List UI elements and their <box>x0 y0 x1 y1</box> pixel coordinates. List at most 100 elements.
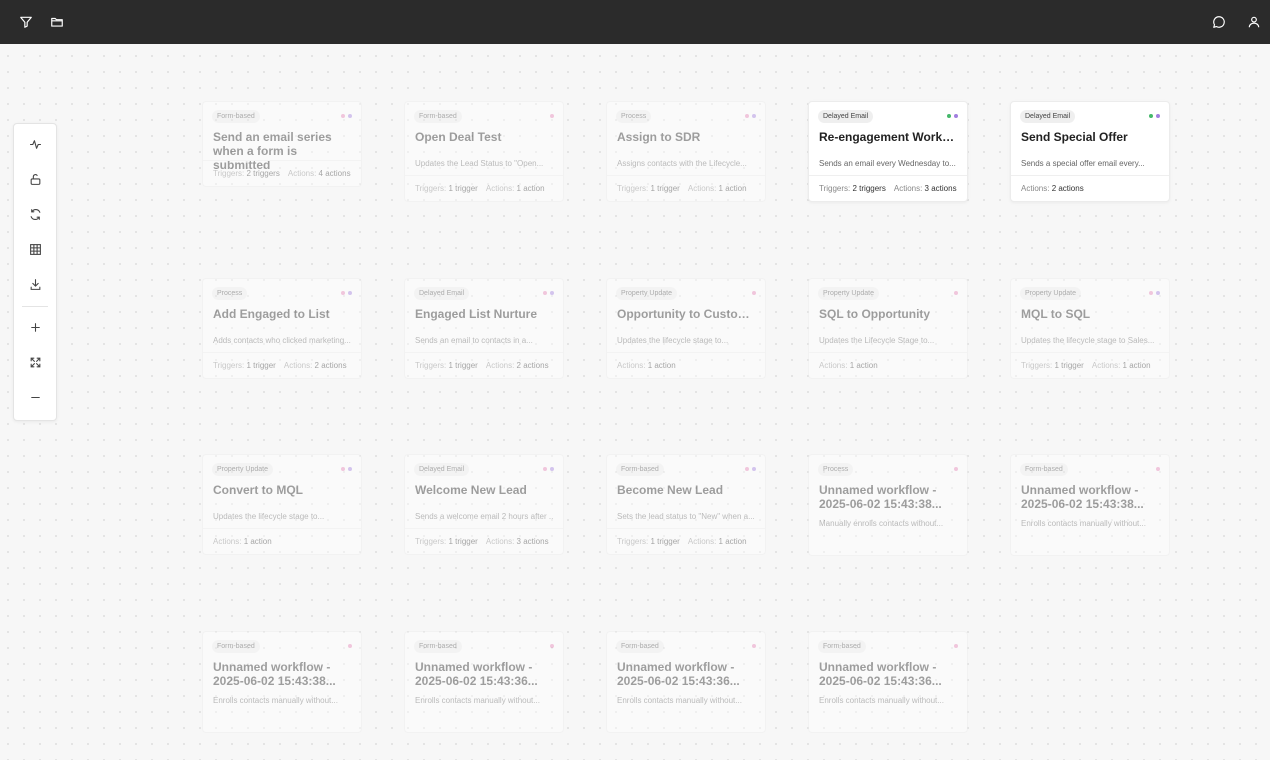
status-dots <box>1149 114 1160 118</box>
status-dot <box>543 467 547 471</box>
workflow-title: Send Special Offer <box>1021 130 1128 144</box>
workflow-title: Unnamed workflow - 2025-06-02 15:43:36..… <box>415 660 538 688</box>
workflow-title: Unnamed workflow - 2025-06-02 15:43:36..… <box>819 660 942 688</box>
workflow-title: Unnamed workflow - 2025-06-02 15:43:38..… <box>1021 483 1144 511</box>
workflow-title: Become New Lead <box>617 483 724 497</box>
expand-icon[interactable] <box>25 352 45 372</box>
action-label: Actions: <box>1021 184 1052 193</box>
trigger-count: Triggers: 1 trigger <box>617 184 680 193</box>
workflow-card[interactable]: Property Update Opportunity to Customer Up… <box>606 278 766 379</box>
trigger-value: 1 trigger <box>650 537 680 546</box>
status-dot <box>550 291 554 295</box>
workflow-card[interactable]: Form-based Open Deal Test Updates the Lead… <box>404 101 564 202</box>
workflow-card[interactable]: Form-based Become New Lead Sets the lead s… <box>606 454 766 555</box>
workflow-card[interactable]: Property Update MQL to SQL Updates the lif… <box>1010 278 1170 379</box>
trigger-label: Triggers: <box>1021 361 1055 370</box>
status-dot <box>348 291 352 295</box>
action-count: Actions: 1 action <box>688 537 747 546</box>
action-label: Actions: <box>213 537 244 546</box>
user-icon[interactable] <box>1245 13 1263 31</box>
action-value: 1 action <box>243 537 272 546</box>
toolbar-divider <box>22 306 48 307</box>
status-dots <box>954 644 958 648</box>
action-count: Actions: 1 action <box>819 361 878 370</box>
status-dot <box>954 114 958 118</box>
action-label: Actions: <box>283 361 315 370</box>
action-value: 3 actions <box>516 537 549 546</box>
workflow-card[interactable]: Form-based Unnamed workflow - 2025-06-02 … <box>202 631 362 733</box>
card-divider <box>1011 352 1169 353</box>
trigger-label: Triggers: <box>819 184 853 193</box>
status-dots <box>745 114 756 118</box>
status-dot <box>1149 291 1153 295</box>
unlock-icon[interactable] <box>25 169 45 189</box>
plus-icon[interactable] <box>25 317 45 337</box>
workflow-card[interactable]: Delayed Email Engaged List Nurture Sends a… <box>404 278 564 379</box>
trigger-label: Triggers: <box>415 361 449 370</box>
status-dot <box>348 644 352 648</box>
status-dots <box>550 114 554 118</box>
workflow-description: Enrolls contacts manually without... <box>819 696 944 705</box>
download-icon[interactable] <box>25 274 45 294</box>
status-dots <box>341 467 352 471</box>
workflow-stats: Actions: 1 action <box>213 537 355 546</box>
workflow-card[interactable]: Form-based Send an email series when a fo… <box>202 101 362 187</box>
action-count: Actions: 4 actions <box>288 169 351 178</box>
status-dots <box>947 114 958 118</box>
workflow-card[interactable]: Form-based Unnamed workflow - 2025-06-02 … <box>404 631 564 733</box>
workflow-type-badge: Form-based <box>414 110 462 123</box>
workflow-type-badge: Process <box>818 463 854 476</box>
workflow-type-badge: Form-based <box>414 640 462 653</box>
workflow-card[interactable]: Delayed Email Welcome New Lead Sends a wel… <box>404 454 564 555</box>
action-label: Actions: <box>485 184 517 193</box>
workflow-description: Enrolls contacts manually without... <box>617 696 742 705</box>
action-label: Actions: <box>893 184 925 193</box>
trigger-value: 1 trigger <box>246 361 276 370</box>
activity-icon[interactable] <box>25 134 45 154</box>
status-dot <box>954 644 958 648</box>
action-count: Actions: 1 action <box>213 537 272 546</box>
workflow-card[interactable]: Process Assign to SDR Assigns contacts wit… <box>606 101 766 202</box>
minus-icon[interactable] <box>25 387 45 407</box>
workflow-card[interactable]: Property Update SQL to Opportunity Updates… <box>808 278 968 379</box>
workflow-title: SQL to Opportunity <box>819 307 931 321</box>
workflow-type-badge: Form-based <box>212 110 260 123</box>
card-divider <box>203 160 361 161</box>
workflow-card[interactable]: Process Unnamed workflow - 2025-06-02 15:… <box>808 454 968 556</box>
filter-icon[interactable] <box>17 13 35 31</box>
workflow-card[interactable]: Form-based Unnamed workflow - 2025-06-02 … <box>808 631 968 733</box>
card-divider <box>405 352 563 353</box>
status-dots <box>543 467 554 471</box>
folder-icon[interactable] <box>48 13 66 31</box>
trigger-count: Triggers: 1 trigger <box>415 184 478 193</box>
workflow-card[interactable]: Form-based Unnamed workflow - 2025-06-02 … <box>606 631 766 733</box>
action-count: Actions: 3 actions <box>486 537 549 546</box>
action-count: Actions: 2 actions <box>284 361 347 370</box>
action-value: 1 action <box>647 361 676 370</box>
status-dots <box>550 644 554 648</box>
workflow-title: Open Deal Test <box>415 130 502 144</box>
status-dots <box>745 467 756 471</box>
workflow-description: Updates the Lifecycle Stage to... <box>819 336 935 345</box>
status-dot <box>947 114 951 118</box>
card-divider <box>203 528 361 529</box>
workflow-card[interactable]: Property Update Convert to MQL Updates the… <box>202 454 362 555</box>
workflow-card[interactable]: Form-based Unnamed workflow - 2025-06-02 … <box>1010 454 1170 556</box>
trigger-count: Triggers: 1 trigger <box>415 361 478 370</box>
workflow-title: Unnamed workflow - 2025-06-02 15:43:36..… <box>617 660 740 688</box>
status-dots <box>341 114 352 118</box>
workflow-card[interactable]: Delayed Email Send Special Offer Sends a s… <box>1010 101 1170 202</box>
action-value: 1 action <box>1122 361 1151 370</box>
status-dot <box>341 291 345 295</box>
workflow-card[interactable]: Process Add Engaged to List Adds contacts … <box>202 278 362 379</box>
workflow-type-badge: Property Update <box>212 463 273 476</box>
workflow-stats: Triggers: 1 trigger Actions: 2 actions <box>415 361 557 370</box>
refresh-icon[interactable] <box>25 204 45 224</box>
chat-icon[interactable] <box>1210 13 1228 31</box>
workflow-stats: Triggers: 1 trigger Actions: 2 actions <box>213 361 355 370</box>
action-label: Actions: <box>485 361 517 370</box>
grid-icon[interactable] <box>25 239 45 259</box>
workflow-card[interactable]: Delayed Email Re-engagement Workflow Sends… <box>808 101 968 202</box>
workflow-title: Unnamed workflow - 2025-06-02 15:43:38..… <box>213 660 336 688</box>
status-dot <box>341 114 345 118</box>
